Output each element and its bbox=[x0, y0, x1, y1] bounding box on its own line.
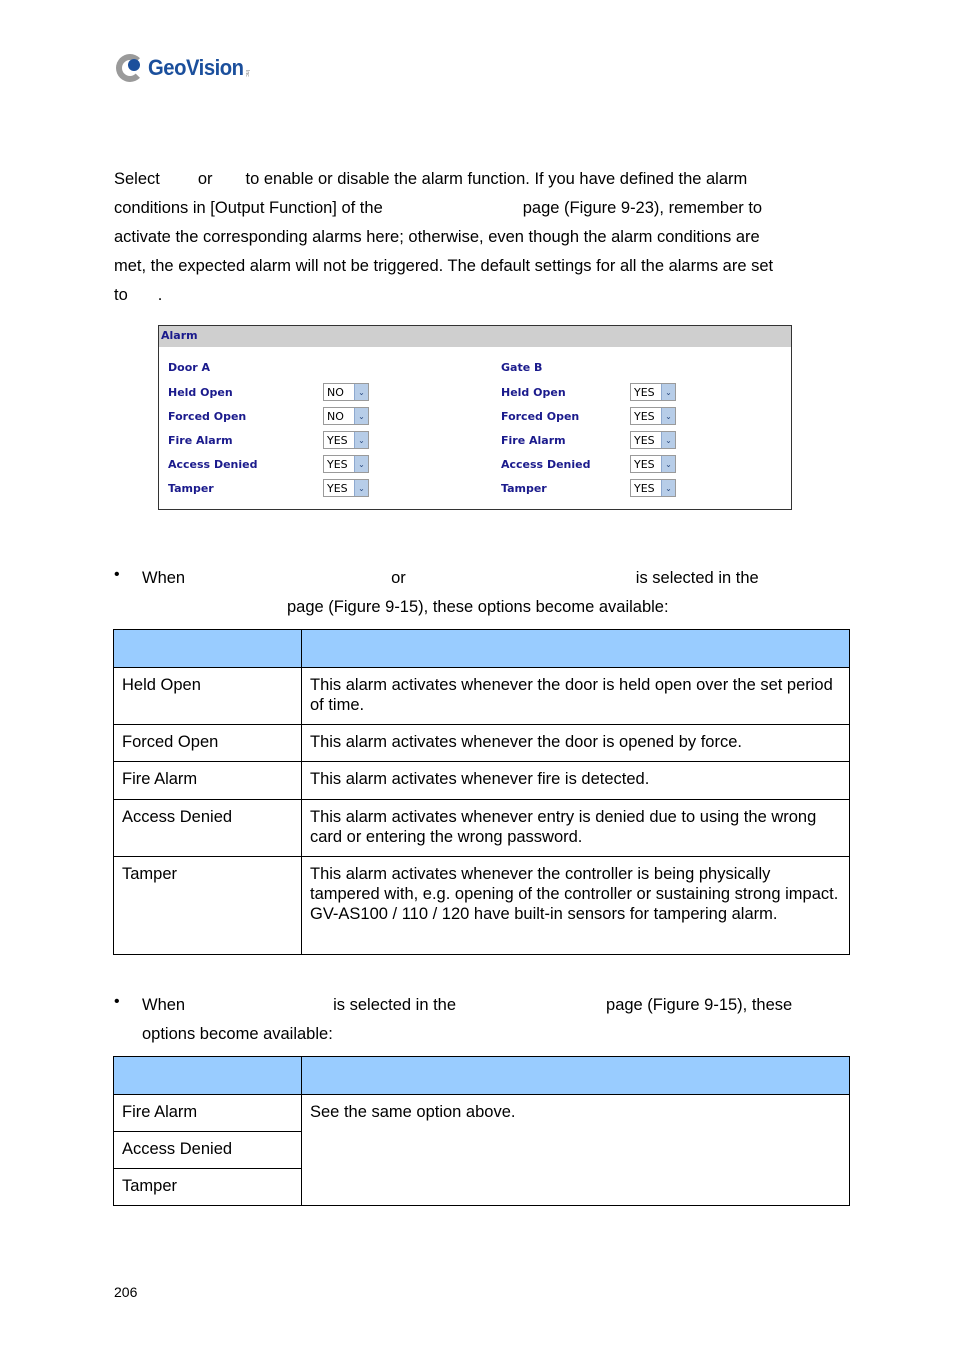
option-name: Held Open bbox=[113, 667, 302, 725]
alarm-row-forced-open: Forced Open YES ⌄ bbox=[501, 404, 676, 428]
table-header-cell bbox=[301, 629, 850, 668]
chevron-down-icon[interactable]: ⌄ bbox=[661, 384, 675, 400]
bullet-icon: • bbox=[114, 566, 120, 583]
alarm-group-title: Door A bbox=[168, 361, 211, 374]
option-name: Fire Alarm bbox=[113, 1094, 302, 1132]
bullet-1-line-1: When or is selected in the bbox=[142, 569, 759, 587]
fire-alarm-select[interactable]: YES ⌄ bbox=[630, 431, 676, 449]
alarm-row-tamper: Tamper YES ⌄ bbox=[168, 476, 369, 500]
alarm-row-access-denied: Access Denied YES ⌄ bbox=[501, 452, 676, 476]
option-name: Tamper bbox=[113, 1168, 302, 1206]
table-header-cell bbox=[113, 629, 302, 668]
fire-alarm-select[interactable]: YES ⌄ bbox=[323, 431, 369, 449]
alarm-group-title: Gate B bbox=[501, 361, 543, 374]
bullet-2-line-1: When is selected in the page (Figure 9-15)… bbox=[142, 996, 793, 1014]
logo-inc: Inc bbox=[243, 69, 250, 77]
alarm-row-fire-alarm: Fire Alarm YES ⌄ bbox=[501, 428, 676, 452]
access-denied-select[interactable]: YES ⌄ bbox=[630, 455, 676, 473]
chevron-down-icon[interactable]: ⌄ bbox=[661, 408, 675, 424]
alarm-settings-panel: Alarm Door A Held Open NO ⌄ Forced Open N… bbox=[158, 325, 792, 510]
tamper-select[interactable]: YES ⌄ bbox=[323, 479, 369, 497]
chevron-down-icon[interactable]: ⌄ bbox=[661, 480, 675, 496]
access-denied-select[interactable]: YES ⌄ bbox=[323, 455, 369, 473]
option-name: Tamper bbox=[113, 856, 302, 955]
chevron-down-icon[interactable]: ⌄ bbox=[661, 456, 675, 472]
option-description: This alarm activates whenever the contro… bbox=[301, 856, 850, 955]
option-description: See the same option above. bbox=[301, 1094, 850, 1206]
table-header-cell bbox=[113, 1056, 302, 1095]
tamper-select[interactable]: YES ⌄ bbox=[630, 479, 676, 497]
option-description: This alarm activates whenever fire is de… bbox=[301, 761, 850, 800]
chevron-down-icon[interactable]: ⌄ bbox=[354, 480, 368, 496]
page-number: 206 bbox=[114, 1284, 138, 1300]
alarm-row-tamper: Tamper YES ⌄ bbox=[501, 476, 676, 500]
held-open-select[interactable]: NO ⌄ bbox=[323, 383, 369, 401]
held-open-select[interactable]: YES ⌄ bbox=[630, 383, 676, 401]
logo-mark-icon bbox=[116, 52, 146, 84]
intro-line-1: Select or to enable or disable the alarm f… bbox=[114, 170, 748, 188]
option-name: Fire Alarm bbox=[113, 761, 302, 800]
chevron-down-icon[interactable]: ⌄ bbox=[354, 456, 368, 472]
chevron-down-icon[interactable]: ⌄ bbox=[354, 384, 368, 400]
table-header-cell bbox=[301, 1056, 850, 1095]
bullet-1-line-2: page (Figure 9-15), these options become… bbox=[287, 598, 669, 616]
option-name: Access Denied bbox=[113, 799, 302, 857]
bullet-icon: • bbox=[114, 993, 120, 1010]
intro-line-4: met, the expected alarm will not be trig… bbox=[114, 257, 774, 275]
alarm-group-door-a: Door A Held Open NO ⌄ Forced Open NO ⌄ Fir… bbox=[168, 356, 369, 500]
logo-text: GeoVision bbox=[148, 55, 244, 80]
option-name: Forced Open bbox=[113, 724, 302, 762]
alarm-group-gate-b: Gate B Held Open YES ⌄ Forced Open YES ⌄ F… bbox=[501, 356, 676, 500]
table-row: Access Denied This alarm activates whene… bbox=[113, 799, 850, 857]
alarm-row-access-denied: Access Denied YES ⌄ bbox=[168, 452, 369, 476]
table-row: Forced Open This alarm activates wheneve… bbox=[113, 724, 850, 762]
table-row: Held Open This alarm activates whenever … bbox=[113, 667, 850, 725]
bullet-2-line-2: options become available: bbox=[142, 1025, 333, 1043]
intro-line-2: conditions in [Output Function] of the pa… bbox=[114, 199, 763, 217]
chevron-down-icon[interactable]: ⌄ bbox=[354, 408, 368, 424]
option-description: This alarm activates whenever the door i… bbox=[301, 724, 850, 762]
chevron-down-icon[interactable]: ⌄ bbox=[354, 432, 368, 448]
alarm-row-fire-alarm: Fire Alarm YES ⌄ bbox=[168, 428, 369, 452]
table-row: Tamper This alarm activates whenever the… bbox=[113, 856, 850, 955]
option-description: This alarm activates whenever the door i… bbox=[301, 667, 850, 725]
alarm-options-table-2: Fire Alarm See the same option above. Ac… bbox=[113, 1056, 850, 1206]
geovision-logo: GeoVision Inc bbox=[116, 50, 250, 86]
intro-paragraph: Select or to enable or disable the alarm f… bbox=[114, 165, 834, 310]
forced-open-select[interactable]: NO ⌄ bbox=[323, 407, 369, 425]
option-description: This alarm activates whenever entry is d… bbox=[301, 799, 850, 857]
intro-line-5: to. bbox=[114, 286, 163, 304]
alarm-options-table: Held Open This alarm activates whenever … bbox=[113, 629, 850, 955]
table-header-row bbox=[113, 629, 850, 668]
intro-line-3: activate the corresponding alarms here; … bbox=[114, 228, 760, 246]
table-row: Fire Alarm This alarm activates whenever… bbox=[113, 761, 850, 800]
chevron-down-icon[interactable]: ⌄ bbox=[661, 432, 675, 448]
option-name: Access Denied bbox=[113, 1131, 302, 1169]
alarm-row-forced-open: Forced Open NO ⌄ bbox=[168, 404, 369, 428]
alarm-panel-title: Alarm bbox=[159, 326, 791, 347]
alarm-row-held-open: Held Open NO ⌄ bbox=[168, 380, 369, 404]
alarm-row-held-open: Held Open YES ⌄ bbox=[501, 380, 676, 404]
table-header-row bbox=[113, 1056, 850, 1095]
table-row: Fire Alarm See the same option above. bbox=[113, 1094, 850, 1206]
forced-open-select[interactable]: YES ⌄ bbox=[630, 407, 676, 425]
